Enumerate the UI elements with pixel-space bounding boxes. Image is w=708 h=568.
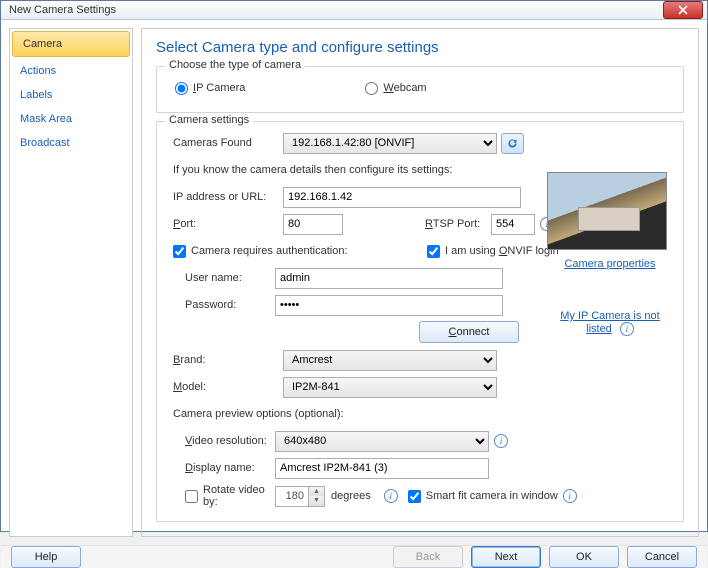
rtsp-label: RTSP Port: xyxy=(425,218,491,230)
sidebar: Camera Actions Labels Mask Area Broadcas… xyxy=(9,28,133,537)
window-title: New Camera Settings xyxy=(1,4,116,16)
brand-select[interactable]: Amcrest xyxy=(283,350,497,371)
webcam-radio[interactable]: Webcam xyxy=(365,82,426,95)
info-icon[interactable]: i xyxy=(620,322,634,336)
refresh-button[interactable] xyxy=(501,133,524,154)
sidebar-item-mask-area[interactable]: Mask Area xyxy=(10,107,132,131)
onvif-checkbox[interactable]: I am using ONVIF login xyxy=(427,245,559,258)
degrees-label: degrees xyxy=(331,490,371,502)
username-input[interactable] xyxy=(275,268,503,289)
ip-camera-radio[interactable]: IP Camera xyxy=(175,82,245,95)
back-button: Back xyxy=(393,546,463,568)
camera-settings-group: Camera settings Cameras Found 192.168.1.… xyxy=(156,121,684,522)
username-label: User name: xyxy=(167,272,275,284)
ip-label: IP address or URL: xyxy=(167,191,283,203)
settings-legend: Camera settings xyxy=(165,114,253,126)
rotate-spinner[interactable]: ▲▼ xyxy=(275,486,325,507)
help-button[interactable]: Help xyxy=(11,546,81,568)
camera-preview xyxy=(547,172,667,250)
connect-button[interactable]: Connect xyxy=(419,321,519,343)
page-title: Select Camera type and configure setting… xyxy=(156,39,684,56)
chevron-down-icon[interactable]: ▼ xyxy=(309,496,324,506)
preview-legend: Camera preview options (optional): xyxy=(167,408,344,420)
not-listed-link[interactable]: My IP Camera is not listed xyxy=(560,310,659,335)
info-icon[interactable]: i xyxy=(563,489,577,503)
close-icon xyxy=(678,5,688,15)
close-button[interactable] xyxy=(663,1,703,19)
details-hint: If you know the camera details then conf… xyxy=(167,164,452,176)
cameras-found-label: Cameras Found xyxy=(167,137,283,149)
display-name-label: Display name: xyxy=(167,462,275,474)
cameras-found-select[interactable]: 192.168.1.42:80 [ONVIF] xyxy=(283,133,497,154)
chevron-up-icon[interactable]: ▲ xyxy=(309,487,324,497)
brand-label: Brand: xyxy=(167,354,283,366)
password-label: Password: xyxy=(167,299,275,311)
sidebar-item-broadcast[interactable]: Broadcast xyxy=(10,131,132,155)
auth-checkbox[interactable]: Camera requires authentication: xyxy=(167,245,397,258)
port-label: Port: xyxy=(167,218,283,230)
video-res-label: Video resolution: xyxy=(167,435,275,447)
video-res-select[interactable]: 640x480 xyxy=(275,431,489,452)
sidebar-item-labels[interactable]: Labels xyxy=(10,83,132,107)
port-input[interactable] xyxy=(283,214,343,235)
sidebar-item-actions[interactable]: Actions xyxy=(10,59,132,83)
camera-properties-link[interactable]: Camera properties xyxy=(564,258,655,270)
refresh-icon xyxy=(506,137,519,150)
camera-type-group: Choose the type of camera IP Camera Webc… xyxy=(156,66,684,113)
ip-input[interactable] xyxy=(283,187,521,208)
display-name-input[interactable] xyxy=(275,458,489,479)
next-button[interactable]: Next xyxy=(471,546,541,568)
model-label: Model: xyxy=(167,381,283,393)
model-select[interactable]: IP2M-841 xyxy=(283,377,497,398)
info-icon[interactable]: i xyxy=(384,489,398,503)
smart-fit-checkbox[interactable]: Smart fit camera in window xyxy=(408,490,558,503)
type-legend: Choose the type of camera xyxy=(165,59,305,71)
rotate-checkbox[interactable]: Rotate video by: xyxy=(167,484,275,508)
info-icon[interactable]: i xyxy=(494,434,508,448)
password-input[interactable] xyxy=(275,295,503,316)
sidebar-item-camera[interactable]: Camera xyxy=(12,31,130,57)
cancel-button[interactable]: Cancel xyxy=(627,546,697,568)
rtsp-input[interactable] xyxy=(491,214,535,235)
ok-button[interactable]: OK xyxy=(549,546,619,568)
